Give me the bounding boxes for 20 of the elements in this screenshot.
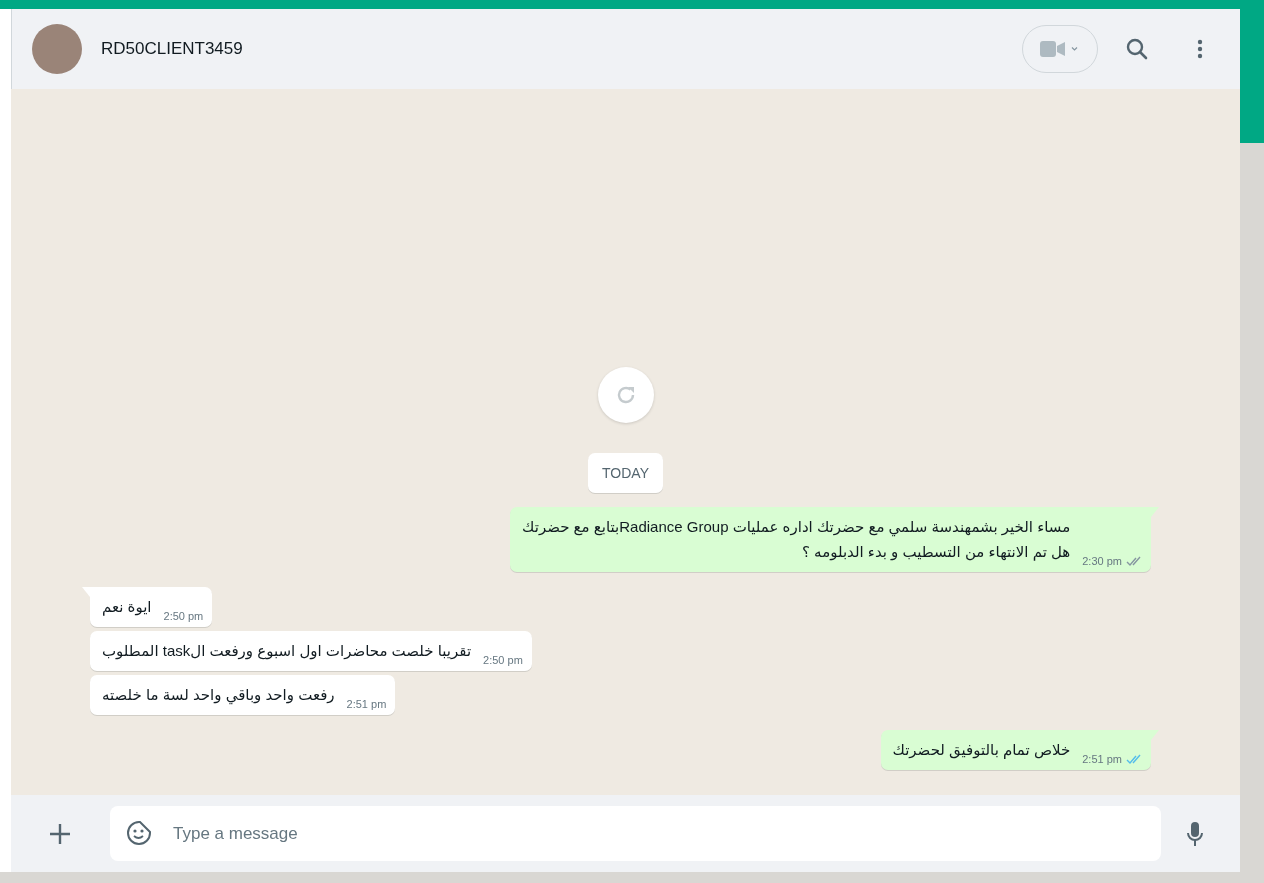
- message-input-field[interactable]: Type a message: [110, 806, 1161, 861]
- message-time: 2:51 pm: [1082, 753, 1122, 765]
- message-time: 2:30 pm: [1082, 555, 1122, 567]
- message-text: مساء الخير بشمهندسة سلمي مع حضرتك اداره عمليات Radiance Groupبتابع مع حضرتك هل تم الانتهاء من التسطيب و بدء الدبلومه ؟: [522, 517, 1071, 563]
- message-time: 2:50 pm: [483, 654, 523, 666]
- date-label: TODAY: [588, 453, 663, 493]
- microphone-icon[interactable]: [1186, 820, 1204, 847]
- message-text: ايوة نعم: [102, 597, 152, 618]
- message-time: 2:51 pm: [346, 698, 387, 710]
- message-text: تقريبا خلصت محاضرات اول اسبوع ورفعت الtask المطلوب: [102, 641, 472, 662]
- contact-avatar[interactable]: [32, 24, 82, 74]
- sticker-icon[interactable]: [126, 820, 152, 846]
- message-time: 2:50 pm: [163, 610, 204, 622]
- message-text: رفعت واحد وباقي واحد لسة ما خلصته: [102, 685, 335, 707]
- contact-name[interactable]: RD50CLIENT3459: [101, 39, 243, 59]
- plus-icon[interactable]: [49, 822, 71, 845]
- message-text: خلاص تمام بالتوفيق لحضرتك: [892, 740, 1071, 761]
- menu-icon[interactable]: [1197, 39, 1203, 59]
- video-camera-icon: [1040, 41, 1080, 57]
- search-icon[interactable]: [1125, 37, 1149, 61]
